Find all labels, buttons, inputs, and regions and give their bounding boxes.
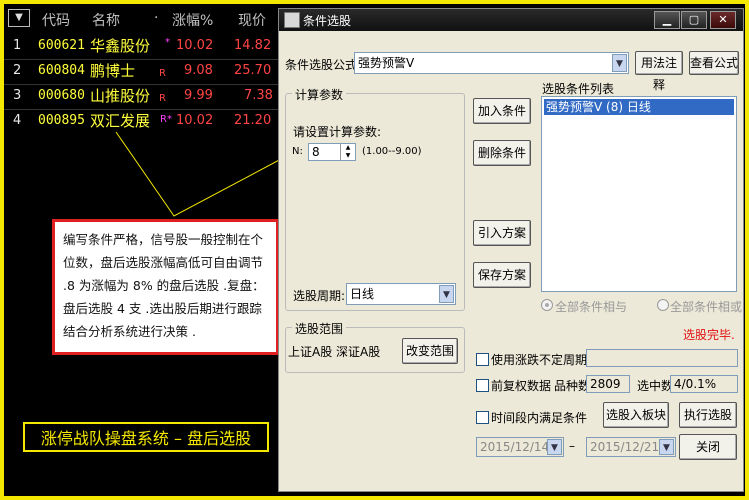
import-plan-button[interactable]: 引入方案 — [473, 220, 531, 246]
param-input[interactable]: 8 ▲ ▼ — [308, 143, 356, 161]
selected-label: 选中数 — [637, 379, 674, 393]
chevron-down-icon[interactable]: ▼ — [547, 439, 562, 455]
maximize-icon[interactable]: ▢ — [681, 11, 707, 29]
radio-and[interactable] — [541, 299, 553, 311]
param-range: (1.00--9.00) — [362, 146, 422, 157]
calc-prompt: 请设置计算参数: — [293, 125, 382, 139]
period-value: 日线 — [350, 287, 375, 301]
execute-button[interactable]: 执行选股 — [679, 402, 737, 428]
chevron-down-icon[interactable]: ▼ — [659, 439, 674, 455]
adjust-data-label: 前复权数据 — [491, 379, 552, 393]
list-item[interactable]: 强势预警V (8) 日线 — [544, 99, 734, 115]
unstable-period-checkbox[interactable] — [476, 353, 489, 366]
condition-list-title: 选股条件列表 — [542, 82, 615, 96]
radio-or[interactable] — [657, 299, 669, 311]
adjust-data-checkbox[interactable] — [476, 379, 489, 392]
param-name: N: — [292, 146, 303, 157]
date-to-value: 2015/12/21 — [590, 440, 660, 454]
formula-value: 强势预警V — [358, 56, 415, 70]
period-label: 选股周期: — [293, 289, 346, 303]
status-text: 选股完毕. — [683, 328, 735, 342]
formula-select[interactable]: 强势预警V ▼ — [354, 52, 629, 74]
condition-picker-dialog: 条件选股 ▁ ▢ ✕ 条件选股公式 强势预警V ▼ 用法注释 查看公式 计算参数… — [278, 8, 744, 492]
period-condition-label: 时间段内满足条件 — [491, 411, 588, 425]
count-field: 2809 — [586, 375, 630, 393]
calc-params-group: 计算参数 请设置计算参数: N: 8 ▲ ▼ (1.00--9.00) 选股周期:… — [285, 86, 465, 311]
period-select[interactable]: 日线 ▼ — [346, 283, 456, 305]
radio-or-label: 全部条件相或 — [670, 300, 743, 314]
dialog-title: 条件选股 — [303, 14, 352, 28]
add-to-block-button[interactable]: 选股入板块 — [603, 402, 669, 428]
dialog-titlebar[interactable]: 条件选股 ▁ ▢ ✕ — [279, 9, 743, 31]
app-window: ▼ 代码 名称 · 涨幅% 现价 1 600621 华鑫股份 * 10.02 1… — [0, 0, 749, 500]
spinner-icon[interactable]: ▲ ▼ — [340, 144, 355, 160]
range-value: 上证A股 深证A股 — [288, 345, 381, 359]
range-group: 选股范围 上证A股 深证A股 改变范围 — [285, 320, 465, 373]
formula-note-button[interactable]: 用法注释 — [635, 51, 683, 92]
date-from-value: 2015/12/14 — [480, 440, 550, 454]
condition-list[interactable]: 强势预警V (8) 日线 — [541, 96, 737, 292]
system-banner: 涨停战队操盘系统 – 盘后选股 — [23, 422, 269, 452]
chevron-down-icon[interactable]: ▼ — [612, 54, 627, 72]
callout-text: 编写条件严格，信号股一般控制在个位数，盘后选股涨幅高低可自由调节 .8 为涨幅为… — [63, 232, 265, 339]
close-button[interactable]: 关闭 — [679, 434, 737, 460]
unstable-period-input[interactable] — [586, 349, 738, 367]
view-formula-button[interactable]: 查看公式 — [689, 51, 739, 75]
date-to-input[interactable]: 2015/12/21 ▼ — [586, 437, 676, 457]
period-condition-checkbox[interactable] — [476, 411, 489, 424]
selected-field: 4/0.1% — [670, 375, 738, 393]
formula-label: 条件选股公式 — [285, 58, 358, 72]
date-separator: – — [569, 439, 575, 453]
annotation-callout: 编写条件严格，信号股一般控制在个位数，盘后选股涨幅高低可自由调节 .8 为涨幅为… — [52, 219, 279, 355]
delete-condition-button[interactable]: 删除条件 — [473, 140, 531, 166]
range-group-title: 选股范围 — [292, 320, 347, 337]
save-plan-button[interactable]: 保存方案 — [473, 262, 531, 288]
close-icon[interactable]: ✕ — [710, 11, 736, 29]
calc-params-title: 计算参数 — [292, 86, 347, 103]
count-label: 品种数 — [554, 379, 591, 393]
date-from-input[interactable]: 2015/12/14 ▼ — [476, 437, 564, 457]
radio-and-label: 全部条件相与 — [555, 300, 628, 314]
add-condition-button[interactable]: 加入条件 — [473, 98, 531, 124]
unstable-period-label: 使用涨跌不定周期 — [491, 353, 588, 367]
change-range-button[interactable]: 改变范围 — [402, 338, 458, 364]
dialog-app-icon — [284, 12, 300, 28]
chevron-down-icon[interactable]: ▼ — [439, 285, 454, 303]
minimize-icon[interactable]: ▁ — [654, 11, 680, 29]
param-value: 8 — [312, 145, 320, 159]
